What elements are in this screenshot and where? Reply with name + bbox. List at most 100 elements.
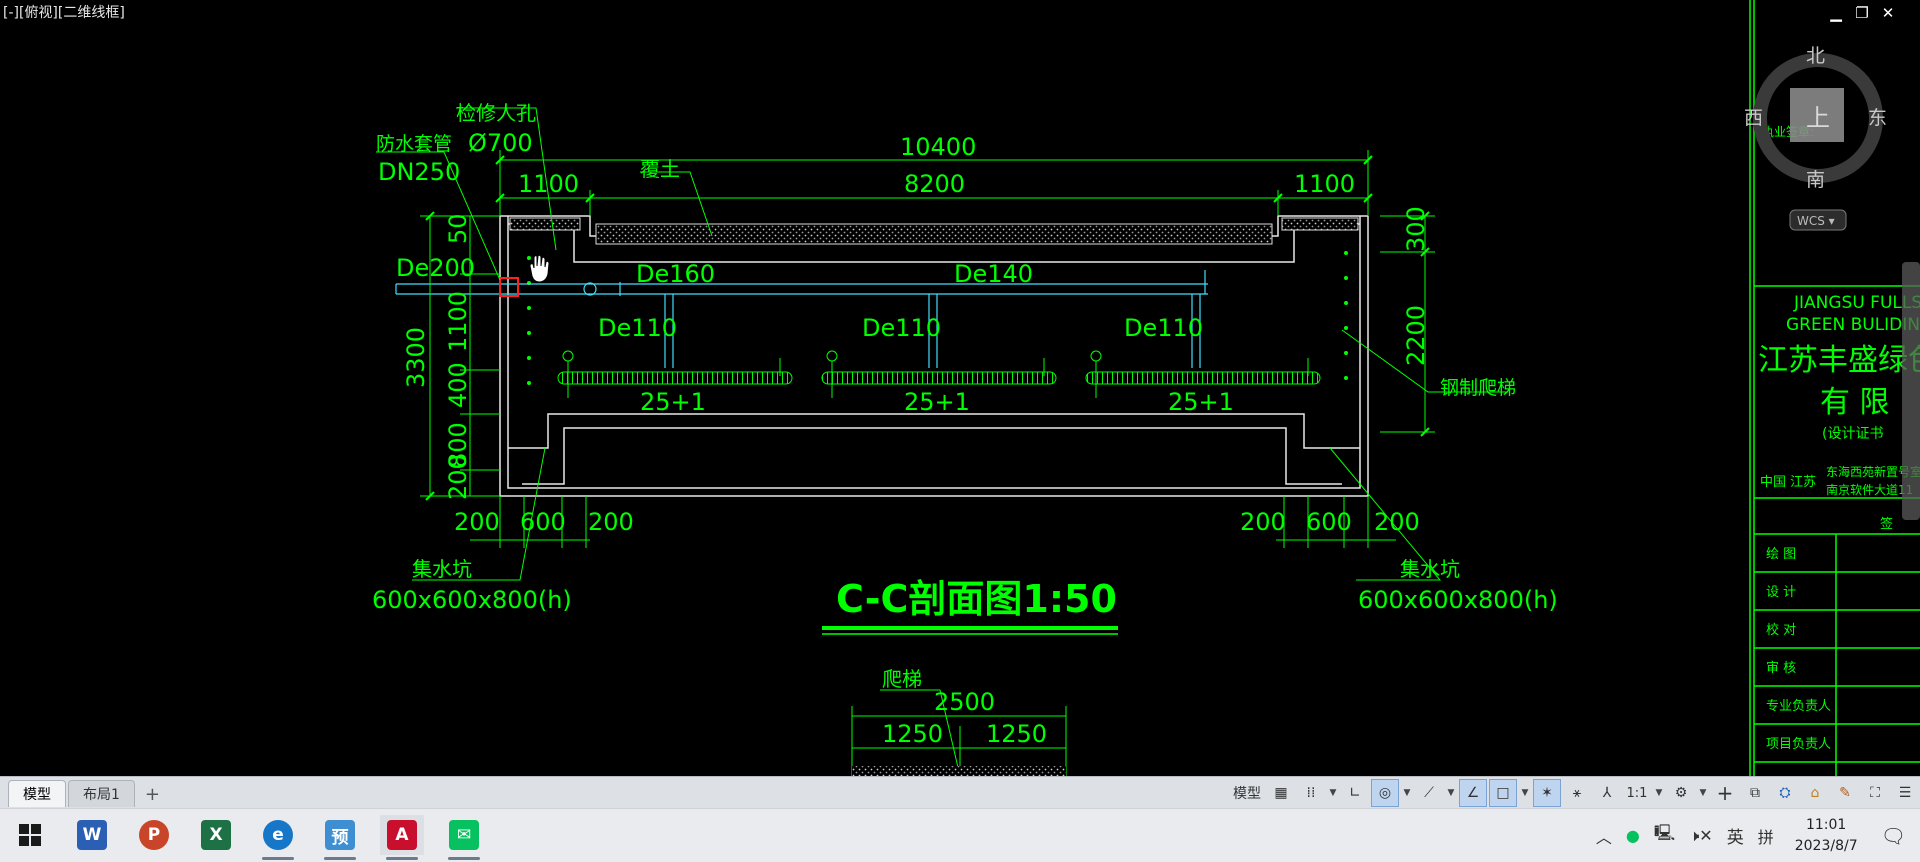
label-sump-left: 集水坑 — [412, 557, 472, 581]
dim-h-v4: 400 — [444, 362, 472, 408]
dim-h-v6: 200 — [444, 454, 472, 500]
label-de110-b: De110 — [862, 314, 941, 342]
taskbar-app-excel[interactable]: X — [194, 815, 238, 855]
drawing-window-controls: ▁ ❐ ✕ — [1828, 4, 1896, 22]
minimize-button[interactable]: ▁ — [1828, 4, 1844, 22]
label-cover: 覆土 — [640, 157, 680, 181]
viewcube-north[interactable]: 北 — [1806, 45, 1825, 67]
layout-tabs: 模型 布局1 + — [8, 779, 170, 807]
dim-bottom-right-3: 200 — [1374, 508, 1420, 536]
taskbar-app-edge[interactable]: e — [256, 815, 300, 860]
scale-dropdown[interactable]: ▼ — [1653, 779, 1665, 807]
add-layout-button[interactable]: + — [137, 782, 168, 807]
label-sump-left-size: 600x600x800(h) — [372, 586, 572, 614]
quick-properties-icon[interactable]: ⛭ — [1771, 779, 1799, 807]
taskbar-app-preview[interactable]: 预 — [318, 815, 362, 860]
ime-language[interactable]: 英 — [1727, 823, 1744, 848]
workspace-dropdown[interactable]: ▼ — [1697, 779, 1709, 807]
isodraft-dropdown[interactable]: ▼ — [1445, 779, 1457, 807]
windows-taskbar: W P X e 预 A ✉ ︿ ● 🖳 🕨✕ 英 拼 11:01 2023/8/… — [0, 808, 1920, 862]
company-en-2: GREEN BULIDING — [1786, 315, 1920, 335]
object-snap-tracking-icon[interactable]: ∠ — [1459, 779, 1487, 807]
label-de200: De200 — [396, 254, 475, 282]
dim-stair-right: 1250 — [986, 720, 1047, 748]
clock-date: 2023/8/7 — [1794, 837, 1858, 854]
wcs-menu[interactable]: WCS ▾ — [1797, 214, 1835, 228]
dim-overall: 10400 — [900, 133, 976, 161]
snap-dropdown[interactable]: ▼ — [1327, 779, 1339, 807]
dim-bottom-right-1: 200 — [1240, 508, 1286, 536]
viewcube-south[interactable]: 南 — [1806, 169, 1825, 191]
label-de140: De140 — [954, 260, 1033, 288]
lock-ui-icon[interactable]: ⌂ — [1801, 779, 1829, 807]
taskbar-app-autocad[interactable]: A — [380, 815, 424, 860]
start-button[interactable] — [8, 815, 52, 855]
section-title: C-C剖面图1:50 — [836, 577, 1117, 621]
dim-h-total: 3300 — [402, 327, 430, 388]
fullscreen-icon[interactable]: ⛶ — [1861, 779, 1889, 807]
ime-mode-icon[interactable]: 拼 — [1758, 824, 1774, 848]
company-cn: 江苏丰盛绿色 — [1758, 343, 1920, 378]
company-en-1: JIANGSU FULLSH — [1793, 293, 1920, 313]
viewcube[interactable]: 上 北 南 东 西 WCS ▾ — [1744, 45, 1887, 231]
drawing-viewport[interactable]: 10400 8200 1100 1100 检修人孔 Ø700 防水套管 DN25… — [0, 0, 1920, 776]
dimension-lines — [376, 107, 1508, 776]
units-icon[interactable]: ⧉ — [1741, 779, 1769, 807]
label-sleeve-size: DN250 — [378, 158, 460, 186]
pan-cursor-icon — [529, 254, 550, 283]
label-de110-c: De110 — [1124, 314, 1203, 342]
row-draw: 绘 图 — [1766, 547, 1796, 562]
viewcube-west[interactable]: 西 — [1744, 107, 1763, 129]
viewcube-top[interactable]: 上 — [1806, 104, 1830, 132]
dim-bottom-right-2: 600 — [1306, 508, 1352, 536]
label-sump-right: 集水坑 — [1400, 557, 1460, 581]
annotation-scale-icon[interactable]: ⅄ — [1593, 779, 1621, 807]
isodraft-icon[interactable]: ⟋ — [1415, 779, 1443, 807]
location: 中国 江苏 — [1760, 474, 1816, 490]
viewcube-east[interactable]: 东 — [1868, 107, 1887, 129]
taskbar-app-word[interactable]: W — [70, 815, 114, 855]
polar-dropdown[interactable]: ▼ — [1401, 779, 1413, 807]
navigation-bar[interactable] — [1902, 262, 1920, 520]
customize-menu-icon[interactable]: ☰ — [1891, 779, 1919, 807]
polar-tracking-icon[interactable]: ◎ — [1371, 779, 1399, 807]
dim-middle: 8200 — [904, 170, 965, 198]
wechat-tray-icon[interactable]: ● — [1626, 826, 1640, 845]
network-icon[interactable]: 🖳 — [1654, 822, 1675, 849]
selection-marker — [499, 277, 519, 297]
workspace-gear-icon[interactable]: ⚙ — [1667, 779, 1695, 807]
taskbar-app-wechat[interactable]: ✉ — [442, 815, 486, 860]
grid-icon[interactable]: ▦ — [1267, 779, 1295, 807]
soil-cover — [595, 223, 1273, 245]
notification-icon[interactable]: 🗨 — [1881, 824, 1906, 848]
osnap-dropdown[interactable]: ▼ — [1519, 779, 1531, 807]
clock[interactable]: 11:01 2023/8/7 — [1795, 815, 1858, 857]
taskbar-app-powerpoint[interactable]: P — [132, 815, 176, 855]
tab-layout1[interactable]: 布局1 — [68, 780, 135, 807]
ortho-icon[interactable]: ∟ — [1341, 779, 1369, 807]
object-snap-icon[interactable]: □ — [1489, 779, 1517, 807]
label-de110-a: De110 — [598, 314, 677, 342]
preview-icon: 预 — [325, 820, 355, 850]
tab-model[interactable]: 模型 — [8, 780, 66, 807]
close-button[interactable]: ✕ — [1880, 4, 1896, 22]
excel-icon: X — [201, 820, 231, 850]
tank-structure — [499, 215, 1369, 497]
restore-button[interactable]: ❐ — [1854, 4, 1870, 22]
volume-mute-icon[interactable]: 🕨✕ — [1689, 826, 1713, 846]
model-space-button[interactable]: 模型 — [1229, 779, 1265, 807]
label-stair: 爬梯 — [882, 667, 922, 691]
chevron-up-icon[interactable]: ︿ — [1596, 824, 1612, 848]
dim-h-v3: 1100 — [444, 291, 472, 352]
snap-icon[interactable]: ⁞⁞ — [1297, 779, 1325, 807]
dim-bottom-left-3: 200 — [588, 508, 634, 536]
company-cn-2: 有 限 — [1820, 385, 1890, 420]
scale-selector[interactable]: 1:1 — [1623, 779, 1651, 807]
label-manhole: 检修人孔 — [456, 101, 536, 125]
viewport-label[interactable]: [-][俯视][二维线框] — [3, 2, 125, 22]
annotation-visibility-icon[interactable]: ✶ — [1533, 779, 1561, 807]
isolate-objects-icon[interactable]: ✎ — [1831, 779, 1859, 807]
auto-scale-icon[interactable]: ⚹ — [1563, 779, 1591, 807]
label-ladder: 钢制爬梯 — [1440, 377, 1516, 399]
plus-icon[interactable]: + — [1711, 779, 1739, 807]
